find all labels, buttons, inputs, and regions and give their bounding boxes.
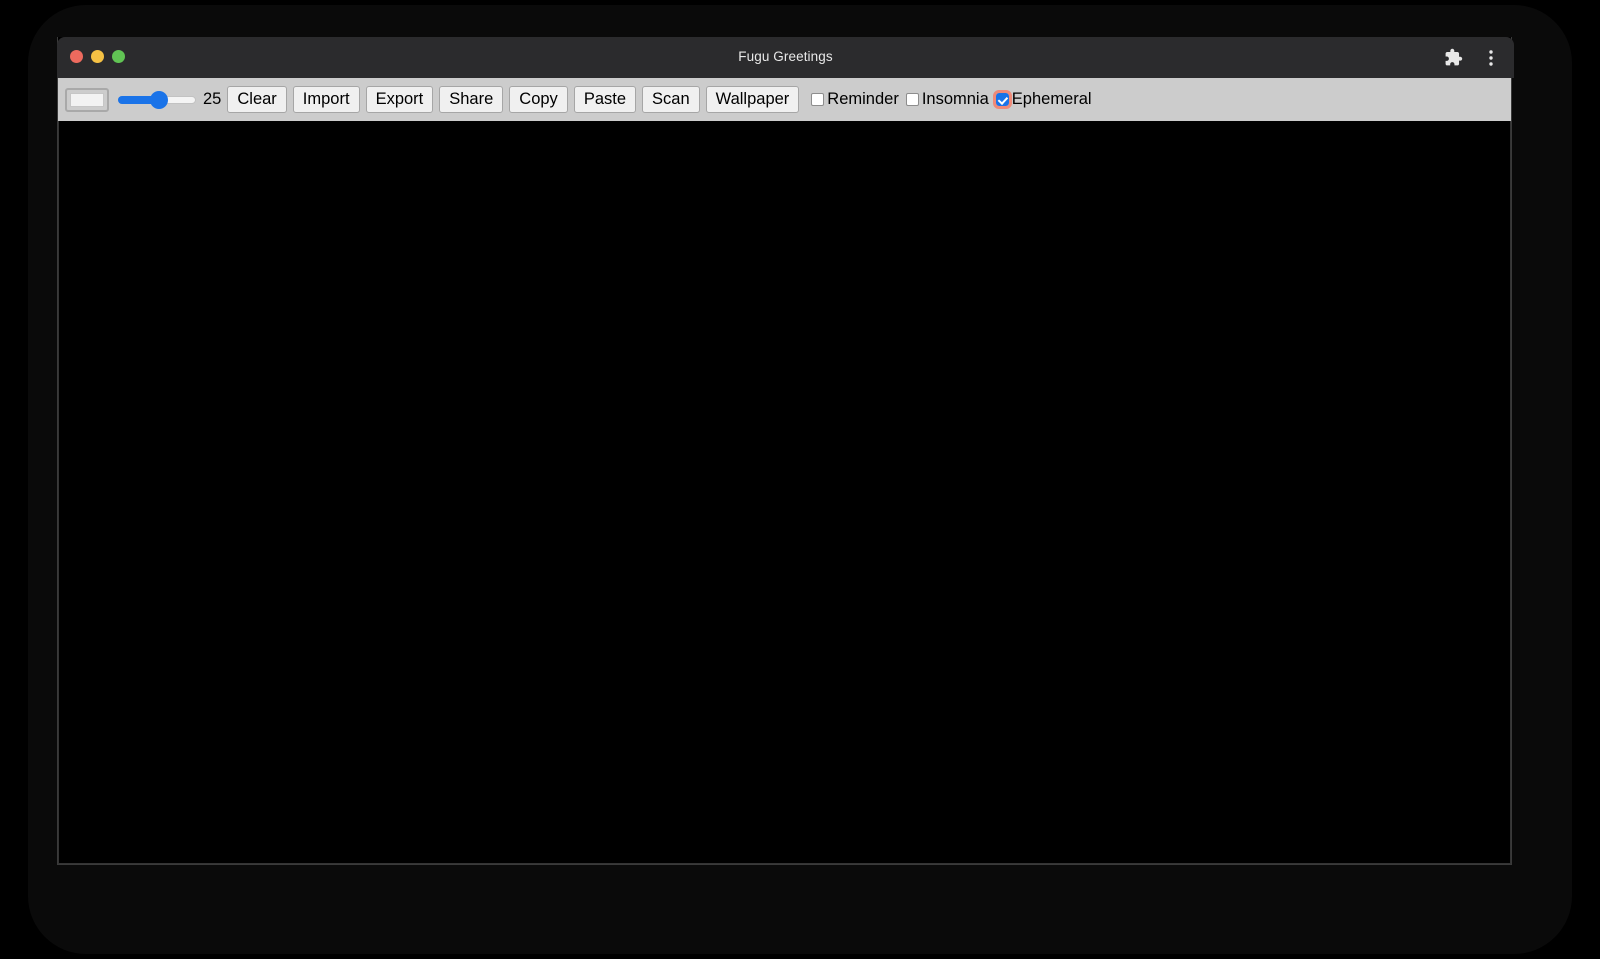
color-swatch: [70, 92, 104, 107]
titlebar-actions: [1442, 37, 1502, 78]
insomnia-checkbox-wrap[interactable]: Insomnia: [905, 90, 996, 109]
paste-button[interactable]: Paste: [573, 85, 637, 114]
reminder-checkbox-wrap[interactable]: Reminder: [811, 90, 906, 109]
copy-button[interactable]: Copy: [509, 85, 568, 114]
drawing-canvas[interactable]: [58, 121, 1511, 864]
color-picker[interactable]: [65, 87, 109, 112]
clear-button[interactable]: Clear: [227, 85, 287, 114]
export-button[interactable]: Export: [365, 85, 434, 114]
desktop-backdrop: Fugu Greetings 25 Clear Import Export Sh…: [0, 0, 1600, 959]
insomnia-checkbox-label: Insomnia: [921, 90, 989, 108]
ephemeral-checkbox-wrap[interactable]: Ephemeral: [992, 90, 1099, 109]
window-title-bar: Fugu Greetings: [57, 37, 1514, 78]
browser-menu-icon[interactable]: [1480, 47, 1502, 69]
share-button[interactable]: Share: [439, 85, 504, 114]
ephemeral-checkbox-label: Ephemeral: [1011, 90, 1092, 108]
extensions-icon[interactable]: [1442, 47, 1464, 69]
scan-button[interactable]: Scan: [642, 85, 700, 114]
import-button[interactable]: Import: [292, 85, 360, 114]
line-width-slider[interactable]: [118, 90, 196, 110]
reminder-checkbox-label: Reminder: [827, 90, 899, 108]
wallpaper-button[interactable]: Wallpaper: [705, 85, 800, 114]
toolbar-checkbox-group: Reminder Insomnia Ephemeral: [811, 90, 1098, 109]
ephemeral-checkbox[interactable]: [992, 90, 1012, 109]
app-toolbar: 25 Clear Import Export Share Copy Paste …: [58, 78, 1511, 121]
page-title: Fugu Greetings: [738, 49, 833, 64]
reminder-checkbox[interactable]: [811, 93, 825, 106]
slider-thumb[interactable]: [150, 90, 168, 109]
insomnia-checkbox[interactable]: [905, 93, 919, 106]
line-width-value: 25: [203, 90, 222, 108]
